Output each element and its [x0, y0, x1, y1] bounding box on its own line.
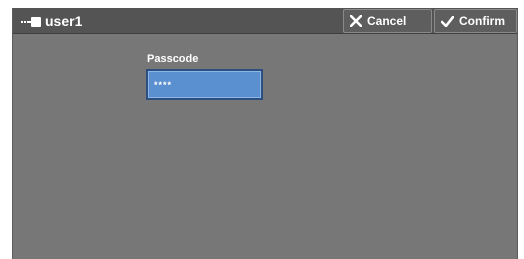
cancel-button[interactable]: Cancel	[343, 9, 432, 33]
key-icon	[21, 15, 43, 27]
user-name-title: user1	[45, 13, 83, 29]
cancel-label: Cancel	[367, 14, 407, 28]
confirm-button[interactable]: Confirm	[434, 9, 517, 33]
close-icon	[350, 15, 362, 27]
passcode-label: Passcode	[147, 53, 199, 65]
checkmark-icon	[441, 15, 454, 27]
passcode-screen: user1 Cancel Confirm Passcode ****	[12, 8, 518, 259]
title-bar: user1 Cancel Confirm	[13, 8, 517, 34]
confirm-label: Confirm	[459, 14, 505, 28]
passcode-input[interactable]: ****	[146, 69, 263, 100]
